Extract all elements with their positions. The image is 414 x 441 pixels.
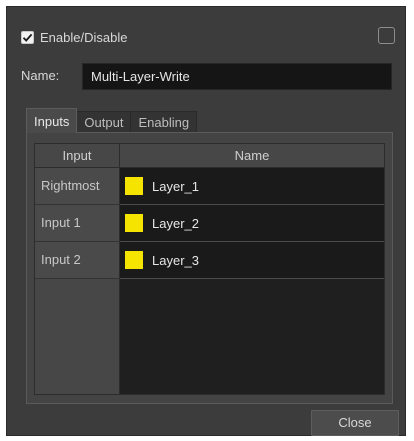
checkmark-icon	[22, 33, 33, 42]
inputs-tab-panel: Input Name Rightmost Layer_1 Input 1 Lay…	[26, 132, 393, 404]
name-field[interactable]: Multi-Layer-Write	[82, 63, 392, 90]
enable-row: Enable/Disable	[21, 28, 127, 46]
table-rows: Rightmost Layer_1 Input 1 Layer_2 Input …	[35, 168, 384, 279]
layer-name: Layer_2	[152, 215, 199, 231]
layer-name: Layer_3	[152, 252, 199, 268]
name-column-header[interactable]: Name	[120, 144, 384, 168]
tab-bar: Inputs Output Enabling	[26, 107, 198, 133]
inputs-table: Input Name Rightmost Layer_1 Input 1 Lay…	[34, 143, 385, 395]
row-name-cell[interactable]: Layer_1	[120, 168, 384, 205]
name-label: Name:	[21, 68, 60, 83]
layer-write-dialog: Enable/Disable Name: Multi-Layer-Write I…	[6, 6, 406, 436]
color-swatch[interactable]	[125, 214, 143, 232]
enable-checkbox[interactable]	[21, 30, 34, 44]
table-row[interactable]: Input 1 Layer_2	[35, 205, 384, 242]
table-row[interactable]: Input 2 Layer_3	[35, 242, 384, 279]
tab-inputs[interactable]: Inputs	[26, 108, 78, 133]
layer-name: Layer_1	[152, 178, 199, 194]
input-column-empty-area	[35, 279, 120, 394]
table-row[interactable]: Rightmost Layer_1	[35, 168, 384, 205]
row-input-label: Input 1	[35, 205, 120, 242]
close-button[interactable]: Close	[311, 410, 399, 436]
color-swatch[interactable]	[125, 177, 143, 195]
row-input-label: Input 2	[35, 242, 120, 279]
color-swatch[interactable]	[125, 251, 143, 269]
input-column-header[interactable]: Input	[35, 144, 120, 168]
row-name-cell[interactable]: Layer_3	[120, 242, 384, 279]
row-input-label: Rightmost	[35, 168, 120, 205]
empty-checkbox-icon[interactable]	[378, 27, 395, 44]
enable-label: Enable/Disable	[40, 29, 128, 45]
table-header: Input Name	[35, 144, 384, 168]
tab-enabling[interactable]: Enabling	[130, 111, 198, 133]
row-name-cell[interactable]: Layer_2	[120, 205, 384, 242]
tab-output[interactable]: Output	[76, 111, 132, 133]
